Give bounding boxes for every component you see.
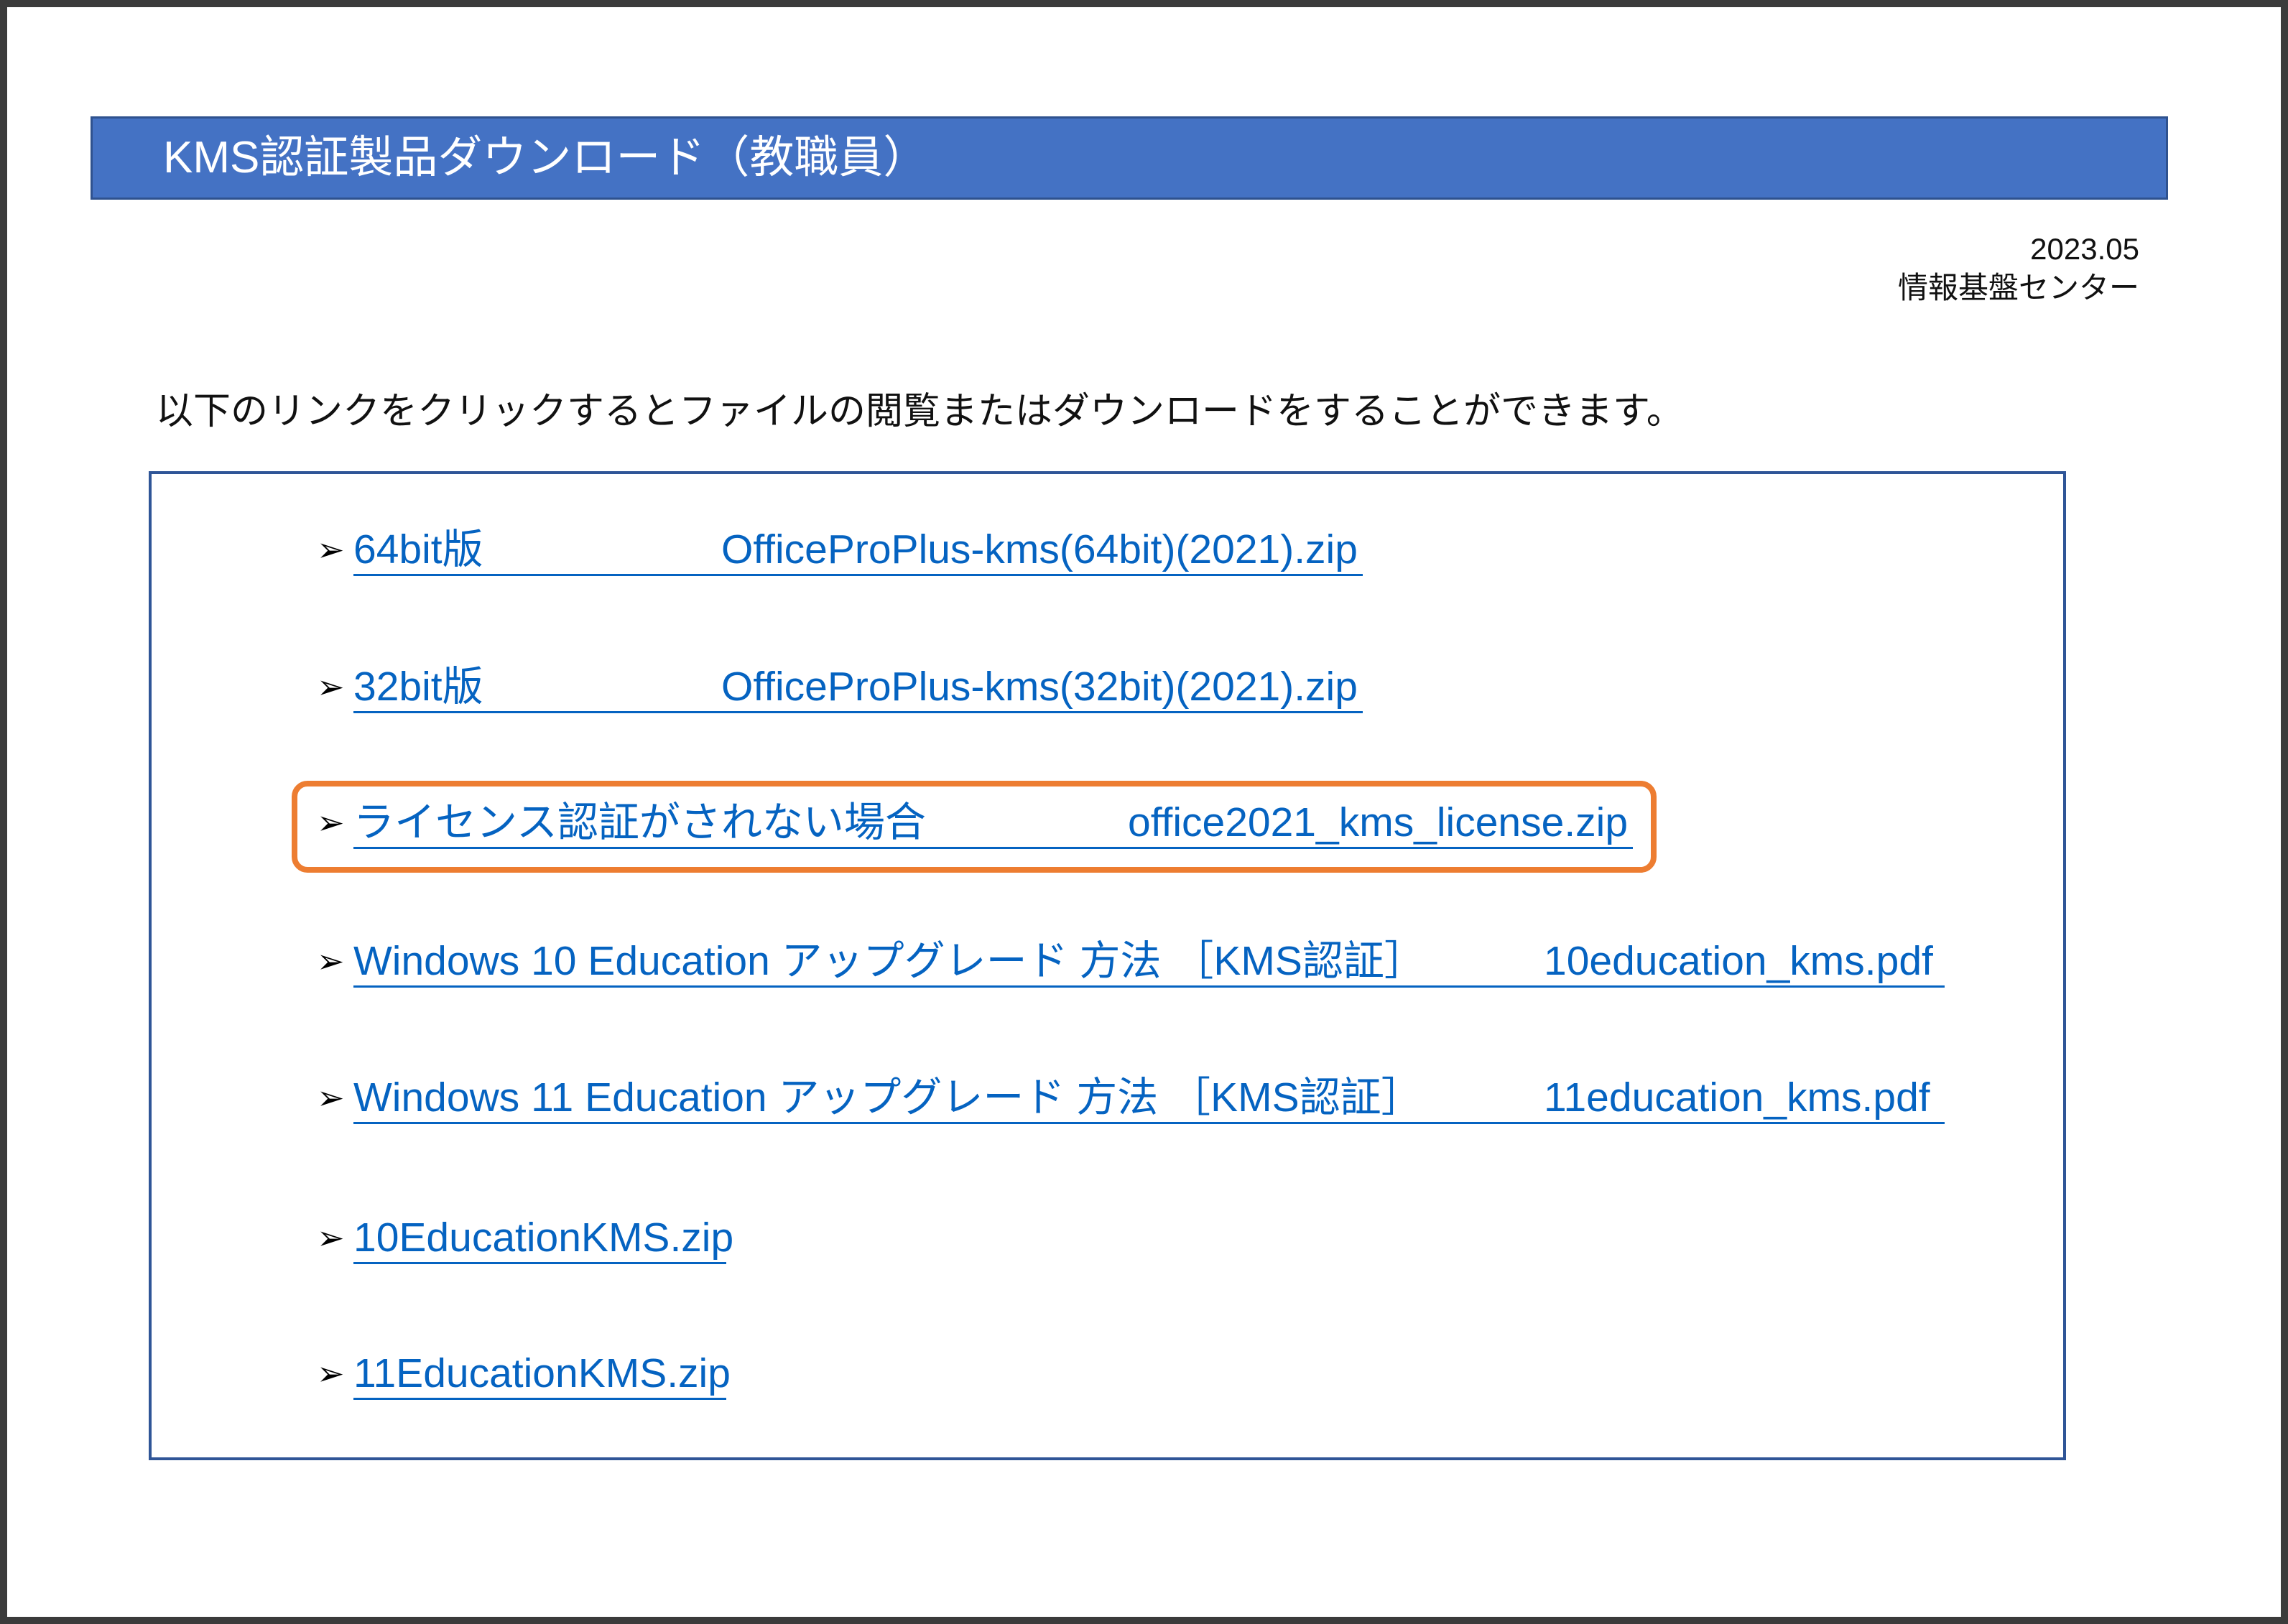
link-win10-education-upgrade[interactable]: Windows 10 Education アップグレード 方法 ［KMS認証］ … [353, 937, 1945, 988]
link-label[interactable]: Windows 10 Education アップグレード 方法 ［KMS認証］ [353, 937, 1425, 985]
link-filename[interactable]: OfficeProPlus-kms(32bit)(2021).zip [721, 663, 1358, 710]
link-filename[interactable]: 11education_kms.pdf [1544, 1074, 1930, 1121]
link-filename[interactable]: office2021_kms_license.zip [1128, 799, 1628, 846]
document-meta: 2023.05 情報基盤センター [1898, 230, 2139, 307]
link-label[interactable]: ライセンス認証がされない場合 [353, 799, 926, 846]
link-label[interactable]: 10EducationKMS.zip [353, 1214, 733, 1261]
title-bar: KMS認証製品ダウンロード（教職員） [91, 116, 2168, 200]
link-label[interactable]: 11EducationKMS.zip [353, 1350, 731, 1397]
page: KMS認証製品ダウンロード（教職員） 2023.05 情報基盤センター 以下のリ… [0, 0, 2288, 1624]
link-10educationkms-zip[interactable]: 10EducationKMS.zip [353, 1214, 733, 1264]
arrow-bullet-icon: ➢ [317, 1354, 345, 1393]
link-filename[interactable]: OfficeProPlus-kms(64bit)(2021).zip [721, 526, 1358, 573]
arrow-bullet-icon: ➢ [317, 803, 345, 842]
link-office-32bit[interactable]: 32bit版 OfficeProPlus-kms(32bit)(2021).zi… [353, 663, 1363, 713]
arrow-bullet-icon: ➢ [317, 667, 345, 706]
link-win11-education-upgrade[interactable]: Windows 11 Education アップグレード 方法 ［KMS認証］ … [353, 1074, 1945, 1124]
page-title: KMS認証製品ダウンロード（教職員） [163, 133, 928, 182]
link-label[interactable]: 64bit版 [353, 526, 483, 573]
arrow-bullet-icon: ➢ [317, 942, 345, 980]
link-11educationkms-zip[interactable]: 11EducationKMS.zip [353, 1350, 731, 1400]
intro-text: 以下のリンクをクリックするとファイルの閲覧またはダウンロードをすることができます… [156, 391, 1684, 432]
link-license-fix[interactable]: ライセンス認証がされない場合 office2021_kms_license.zi… [353, 799, 1633, 849]
link-filename[interactable]: 10education_kms.pdf [1544, 937, 1933, 985]
arrow-bullet-icon: ➢ [317, 530, 345, 569]
arrow-bullet-icon: ➢ [317, 1218, 345, 1257]
organization-name: 情報基盤センター [1897, 271, 2139, 305]
issue-date: 2023.05 [2030, 232, 2139, 266]
link-label[interactable]: 32bit版 [353, 663, 483, 710]
link-label[interactable]: Windows 11 Education アップグレード 方法 ［KMS認証］ [353, 1074, 1422, 1121]
arrow-bullet-icon: ➢ [317, 1078, 345, 1117]
link-office-64bit[interactable]: 64bit版 OfficeProPlus-kms(64bit)(2021).zi… [353, 526, 1363, 576]
